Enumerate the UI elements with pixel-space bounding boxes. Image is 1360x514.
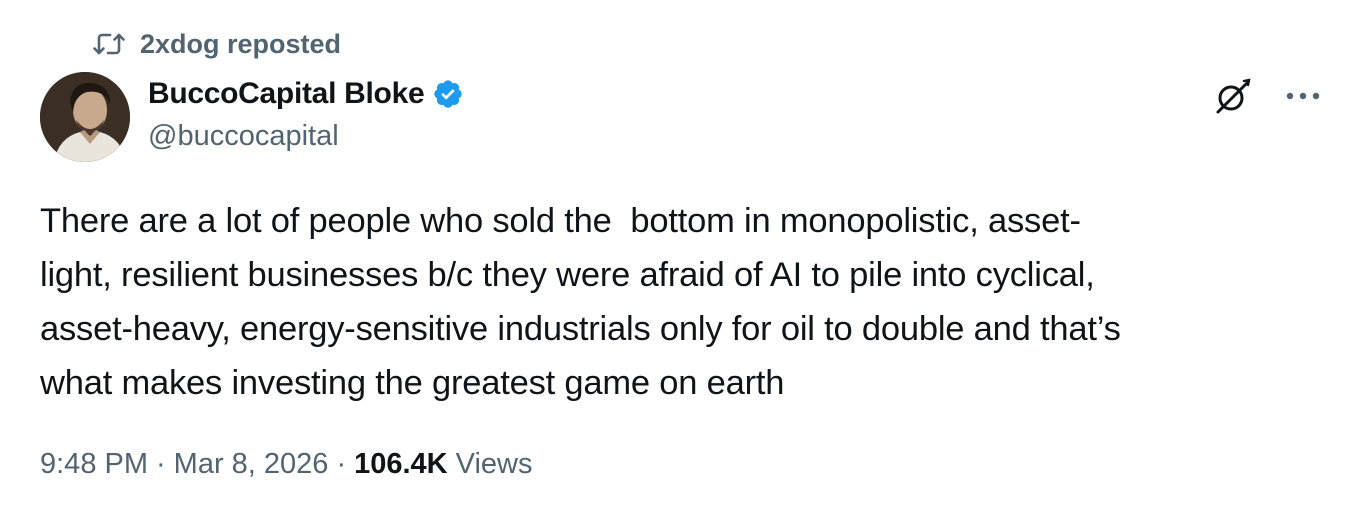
tweet-time[interactable]: 9:48 PM (40, 448, 148, 481)
display-name[interactable]: BuccoCapital Bloke (148, 77, 425, 111)
meta-separator: · (336, 448, 347, 480)
tweet-meta: 9:48 PM · Mar 8, 2026 · 106.4K Views (40, 448, 532, 481)
tweet-actions (1210, 74, 1322, 118)
more-options-icon[interactable] (1284, 90, 1322, 102)
author-block: BuccoCapital Bloke @buccocapital (148, 74, 464, 153)
repost-label[interactable]: 2xdog reposted (140, 29, 341, 60)
views-count[interactable]: 106.4K (354, 448, 448, 481)
meta-separator: · (156, 448, 166, 480)
tweet-date[interactable]: Mar 8, 2026 (174, 448, 329, 481)
views-label: Views (455, 448, 533, 480)
tweet-text: There are a lot of people who sold the b… (40, 202, 1121, 402)
avatar[interactable] (40, 72, 130, 162)
author-handle[interactable]: @buccocapital (148, 120, 464, 153)
grok-icon[interactable] (1210, 74, 1254, 118)
verified-badge-icon[interactable] (432, 78, 464, 110)
name-row: BuccoCapital Bloke (148, 74, 464, 114)
repost-icon (92, 31, 126, 57)
repost-context[interactable]: 2xdog reposted (92, 26, 341, 62)
